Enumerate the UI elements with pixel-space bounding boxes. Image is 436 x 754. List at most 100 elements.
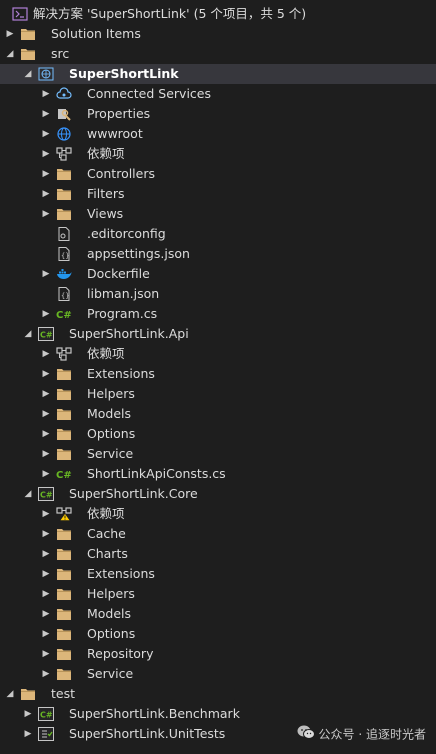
folder-controllers-row[interactable]: ▶ Controllers <box>0 164 436 184</box>
folder-filters: Filters <box>87 186 125 201</box>
folder-icon <box>56 367 72 381</box>
collapsed-arrow-icon[interactable]: ▶ <box>39 544 53 564</box>
collapsed-arrow-icon[interactable]: ▶ <box>39 344 53 364</box>
collapsed-arrow-icon[interactable]: ▶ <box>21 704 35 724</box>
folder-options-row[interactable]: ▶ Options <box>0 424 436 444</box>
wechat-icon <box>297 724 315 746</box>
collapsed-arrow-icon[interactable]: ▶ <box>39 164 53 184</box>
folder-options: Options <box>87 626 136 641</box>
project-supershortlink-row[interactable]: ◢ SuperShortLink <box>0 64 436 84</box>
solution-explorer-tree: 解决方案 'SuperShortLink' (5 个项目，共 5 个) ▶ Solu… <box>0 4 436 744</box>
folder-icon <box>56 667 72 681</box>
file-shortlinkapiconsts-cs: ShortLinkApiConsts.cs <box>87 466 226 481</box>
collapsed-arrow-icon[interactable]: ▶ <box>39 644 53 664</box>
node-dependencies-warning: 依赖项 <box>87 506 125 521</box>
collapsed-arrow-icon[interactable]: ▶ <box>39 124 53 144</box>
file-dockerfile: Dockerfile <box>87 266 150 281</box>
collapsed-arrow-icon[interactable]: ▶ <box>39 304 53 324</box>
folder-models-row[interactable]: ▶ Models <box>0 404 436 424</box>
folder-repository: Repository <box>87 646 154 661</box>
folder-extensions-row[interactable]: ▶ Extensions <box>0 564 436 584</box>
node-dependencies-row[interactable]: ▶ 依赖项 <box>0 144 436 164</box>
project-supershortlink-core-row[interactable]: ◢ C# SuperShortLink.Core <box>0 484 436 504</box>
node-properties-row[interactable]: ▶ Properties <box>0 104 436 124</box>
json-file-icon: {} <box>56 287 72 301</box>
folder-views-row[interactable]: ▶ Views <box>0 204 436 224</box>
folder-extensions-row[interactable]: ▶ Extensions <box>0 364 436 384</box>
project-supershortlink-api-row[interactable]: ◢ C# SuperShortLink.Api <box>0 324 436 344</box>
collapsed-arrow-icon[interactable]: ▶ <box>39 604 53 624</box>
folder-icon <box>20 27 36 41</box>
svg-text:C#: C# <box>40 711 53 720</box>
node-connected-services: Connected Services <box>87 86 211 101</box>
file-dockerfile-row[interactable]: ▶ Dockerfile <box>0 264 436 284</box>
collapsed-arrow-icon[interactable]: ▶ <box>21 724 35 744</box>
folder-icon <box>56 427 72 441</box>
folder-filters-row[interactable]: ▶ Filters <box>0 184 436 204</box>
folder-charts-row[interactable]: ▶ Charts <box>0 544 436 564</box>
folder-helpers: Helpers <box>87 386 135 401</box>
collapsed-arrow-icon[interactable]: ▶ <box>39 104 53 124</box>
watermark: 公众号 · 追逐时光者 <box>297 724 426 744</box>
collapsed-arrow-icon[interactable]: ▶ <box>39 84 53 104</box>
collapsed-arrow-icon[interactable]: ▶ <box>39 144 53 164</box>
folder-repository-row[interactable]: ▶ Repository <box>0 644 436 664</box>
expanded-arrow-icon[interactable]: ◢ <box>3 684 17 704</box>
collapsed-arrow-icon[interactable]: ▶ <box>39 524 53 544</box>
collapsed-arrow-icon[interactable]: ▶ <box>39 384 53 404</box>
expanded-arrow-icon[interactable]: ◢ <box>21 64 35 84</box>
dependencies-icon <box>56 147 72 161</box>
collapsed-arrow-icon[interactable]: ▶ <box>39 424 53 444</box>
collapsed-arrow-icon[interactable]: ▶ <box>3 24 17 44</box>
expanded-arrow-icon[interactable]: ◢ <box>21 324 35 344</box>
folder-solution-items-row[interactable]: ▶ Solution Items <box>0 24 436 44</box>
file-appsettings-json-row[interactable]: {} appsettings.json <box>0 244 436 264</box>
project-supershortlink-benchmark-row[interactable]: ▶ C# SuperShortLink.Benchmark <box>0 704 436 724</box>
node-wwwroot-row[interactable]: ▶ wwwroot <box>0 124 436 144</box>
collapsed-arrow-icon[interactable]: ▶ <box>39 444 53 464</box>
folder-cache-row[interactable]: ▶ Cache <box>0 524 436 544</box>
node-connected-services-row[interactable]: ▶ Connected Services <box>0 84 436 104</box>
folder-service-row[interactable]: ▶ Service <box>0 664 436 684</box>
collapsed-arrow-icon[interactable]: ▶ <box>39 404 53 424</box>
collapsed-arrow-icon[interactable]: ▶ <box>39 204 53 224</box>
folder-src-row[interactable]: ◢ src <box>0 44 436 64</box>
collapsed-arrow-icon[interactable]: ▶ <box>39 664 53 684</box>
svg-text:C#: C# <box>40 331 53 340</box>
collapsed-arrow-icon[interactable]: ▶ <box>39 584 53 604</box>
collapsed-arrow-icon[interactable]: ▶ <box>39 504 53 524</box>
collapsed-arrow-icon[interactable]: ▶ <box>39 464 53 484</box>
folder-service-row[interactable]: ▶ Service <box>0 444 436 464</box>
collapsed-arrow-icon[interactable]: ▶ <box>39 564 53 584</box>
collapsed-arrow-icon[interactable]: ▶ <box>39 184 53 204</box>
svg-text:{}: {} <box>61 292 69 300</box>
folder-icon <box>56 407 72 421</box>
folder-helpers-row[interactable]: ▶ Helpers <box>0 584 436 604</box>
folder-test-row[interactable]: ◢ test <box>0 684 436 704</box>
file-program-cs-row[interactable]: ▶ C# Program.cs <box>0 304 436 324</box>
file-libman-json-row[interactable]: {} libman.json <box>0 284 436 304</box>
collapsed-arrow-icon[interactable]: ▶ <box>39 264 53 284</box>
node-properties: Properties <box>87 106 151 121</box>
folder-icon <box>56 167 72 181</box>
folder-icon <box>56 647 72 661</box>
file-editorconfig-row[interactable]: .editorconfig <box>0 224 436 244</box>
properties-icon <box>56 107 72 121</box>
folder-options: Options <box>87 426 136 441</box>
folder-models: Models <box>87 606 132 621</box>
collapsed-arrow-icon[interactable]: ▶ <box>39 624 53 644</box>
collapsed-arrow-icon[interactable]: ▶ <box>39 364 53 384</box>
folder-options-row[interactable]: ▶ Options <box>0 624 436 644</box>
solution-root-row[interactable]: 解决方案 'SuperShortLink' (5 个项目，共 5 个) <box>0 4 436 24</box>
node-dependencies-warning-row[interactable]: ▶ 依赖项 <box>0 504 436 524</box>
folder-models-row[interactable]: ▶ Models <box>0 604 436 624</box>
file-shortlinkapiconsts-cs-row[interactable]: ▶ C# ShortLinkApiConsts.cs <box>0 464 436 484</box>
folder-helpers-row[interactable]: ▶ Helpers <box>0 384 436 404</box>
node-dependencies-row[interactable]: ▶ 依赖项 <box>0 344 436 364</box>
folder-icon <box>20 687 36 701</box>
config-file-icon <box>56 227 72 241</box>
expanded-arrow-icon[interactable]: ◢ <box>21 484 35 504</box>
svg-text:{}: {} <box>61 252 69 260</box>
expanded-arrow-icon[interactable]: ◢ <box>3 44 17 64</box>
file-appsettings-json: appsettings.json <box>87 246 190 261</box>
